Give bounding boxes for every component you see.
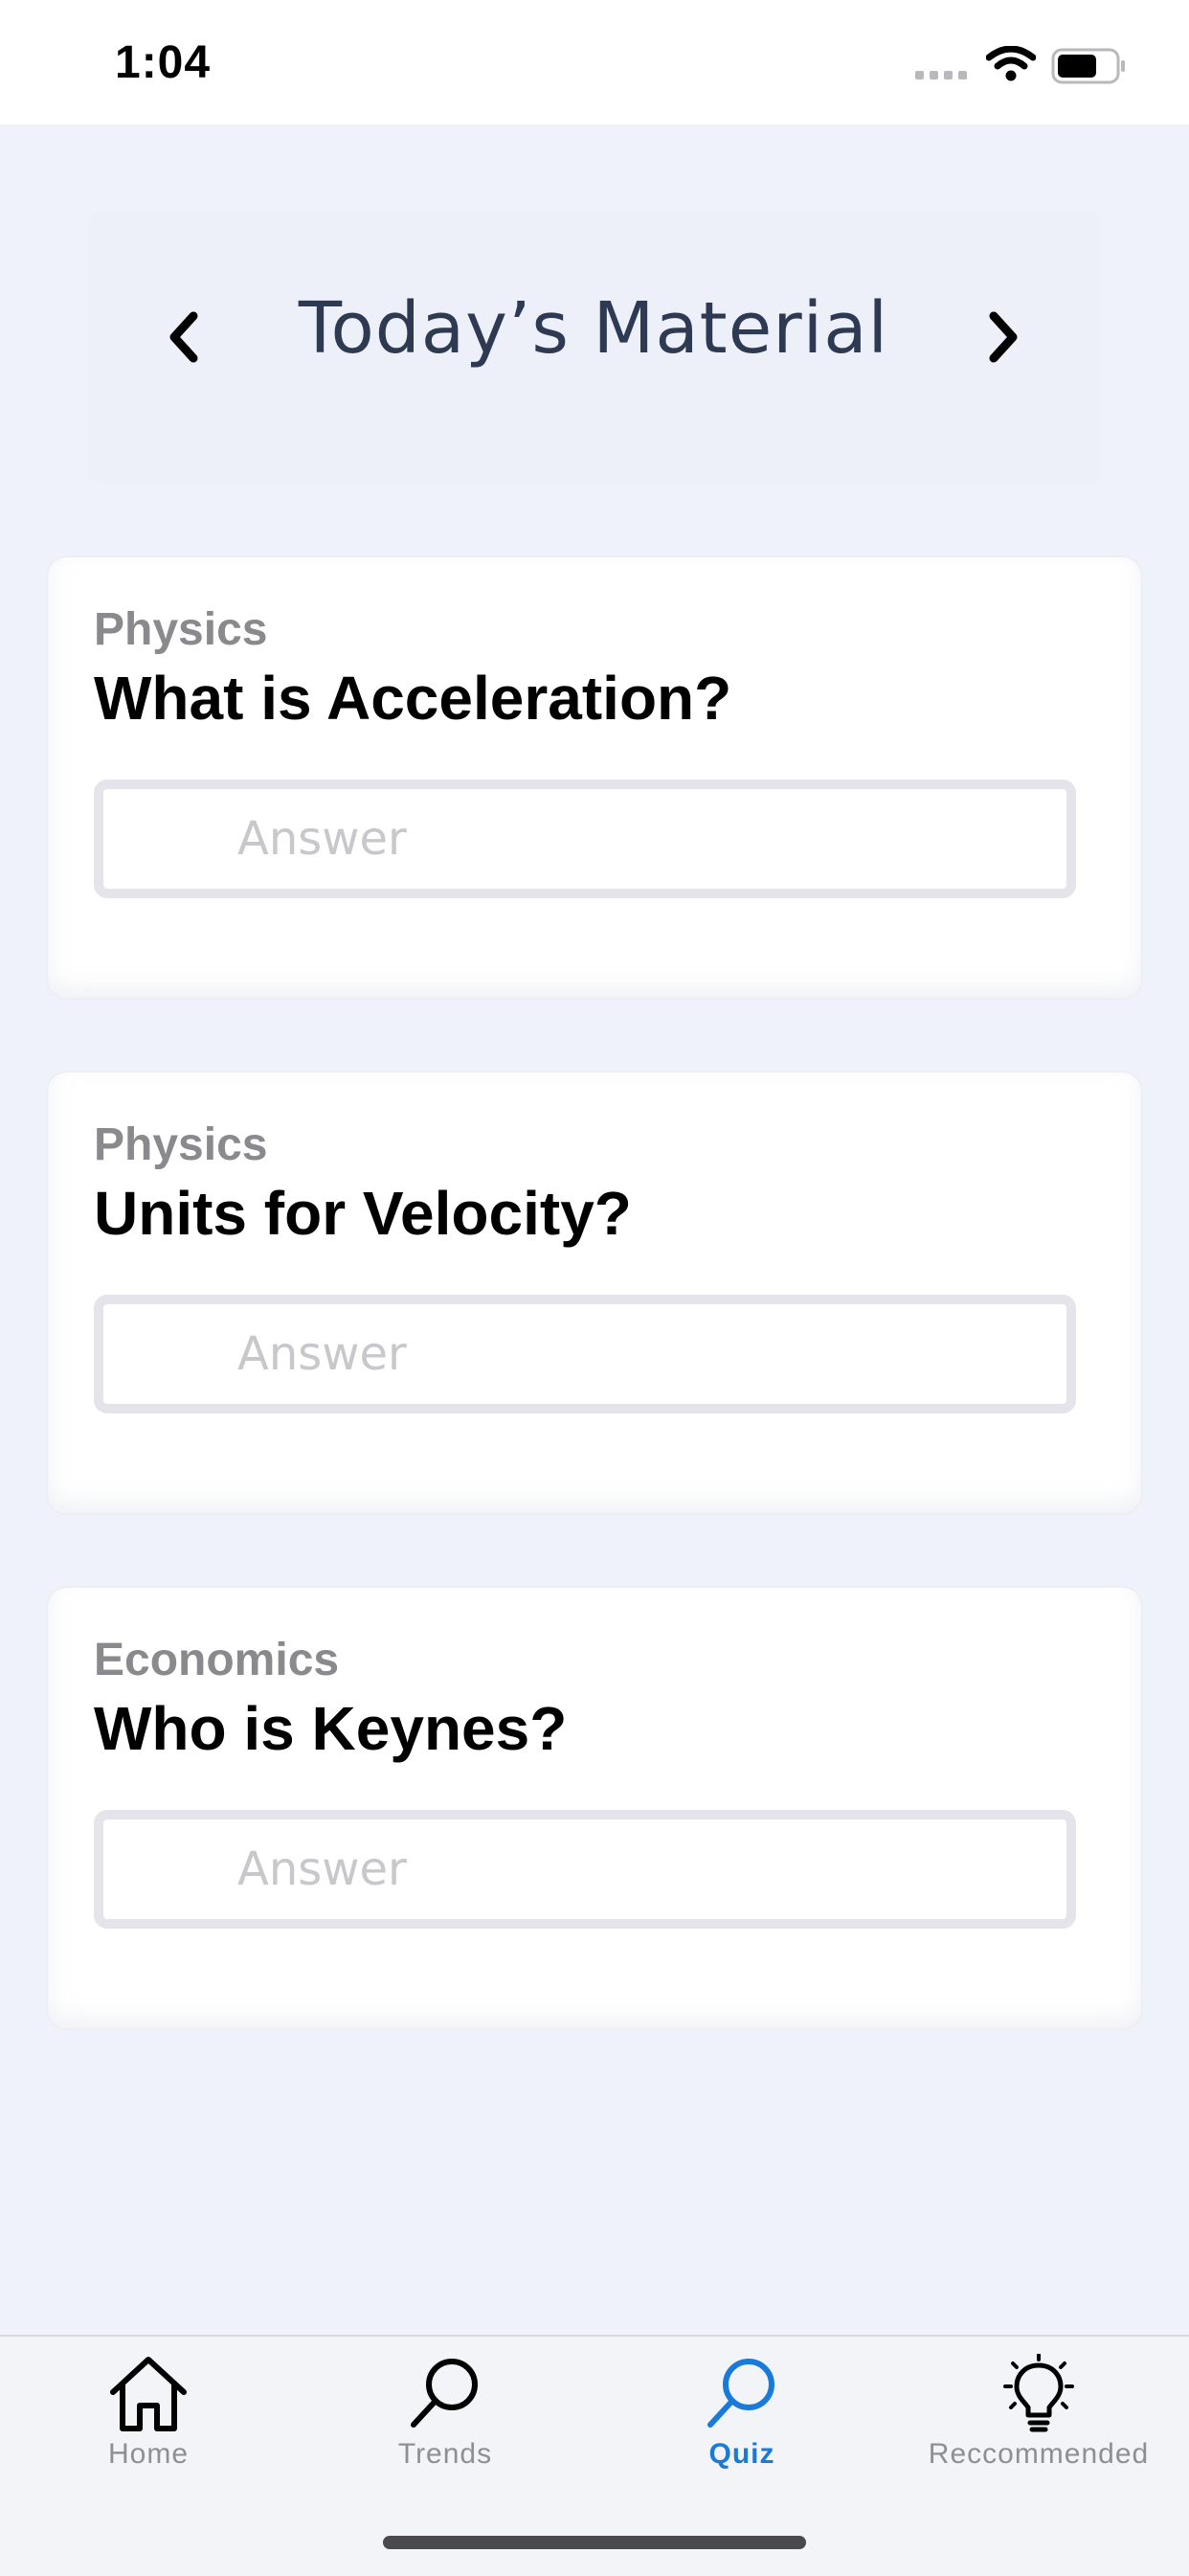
card-question: Who is Keynes? bbox=[94, 1694, 568, 1763]
tab-label-trends: Trends bbox=[397, 2438, 493, 2470]
tab-label-quiz: Quiz bbox=[708, 2438, 775, 2470]
answer-input[interactable] bbox=[94, 1810, 1076, 1929]
chevron-left-icon[interactable] bbox=[157, 308, 214, 366]
cellular-signal-icon bbox=[915, 71, 967, 79]
tab-home[interactable]: Home bbox=[0, 2354, 297, 2471]
search-icon bbox=[411, 2359, 478, 2428]
battery-icon bbox=[1051, 48, 1125, 84]
chevron-right-icon[interactable] bbox=[973, 308, 1030, 366]
card-subject: Economics bbox=[94, 1635, 340, 1685]
wifi-icon bbox=[986, 46, 1036, 81]
tab-label-reccommended: Reccommended bbox=[928, 2438, 1150, 2470]
status-time: 1:04 bbox=[115, 37, 212, 88]
status-bar: 1:04 bbox=[0, 0, 1189, 124]
card-subject: Physics bbox=[94, 1119, 268, 1170]
card-subject: Physics bbox=[94, 604, 268, 655]
tab-label-home: Home bbox=[107, 2438, 190, 2470]
quiz-card: Economics Who is Keynes? bbox=[46, 1586, 1143, 2030]
tab-trends[interactable]: Trends bbox=[297, 2354, 594, 2471]
tab-reccommended[interactable]: Reccommended bbox=[890, 2354, 1187, 2471]
search-icon bbox=[707, 2359, 774, 2428]
lightbulb-icon bbox=[1003, 2354, 1074, 2432]
tab-quiz[interactable]: Quiz bbox=[594, 2354, 890, 2471]
card-question: What is Acceleration? bbox=[94, 664, 732, 733]
quiz-card: Physics Units for Velocity? bbox=[46, 1071, 1143, 1515]
home-icon bbox=[110, 2357, 187, 2431]
page-title: Today’s Material bbox=[298, 287, 889, 370]
home-indicator bbox=[383, 2536, 806, 2549]
card-question: Units for Velocity? bbox=[94, 1179, 632, 1248]
answer-input[interactable] bbox=[94, 780, 1076, 898]
quiz-card: Physics What is Acceleration? bbox=[46, 555, 1143, 1000]
answer-input[interactable] bbox=[94, 1295, 1076, 1413]
